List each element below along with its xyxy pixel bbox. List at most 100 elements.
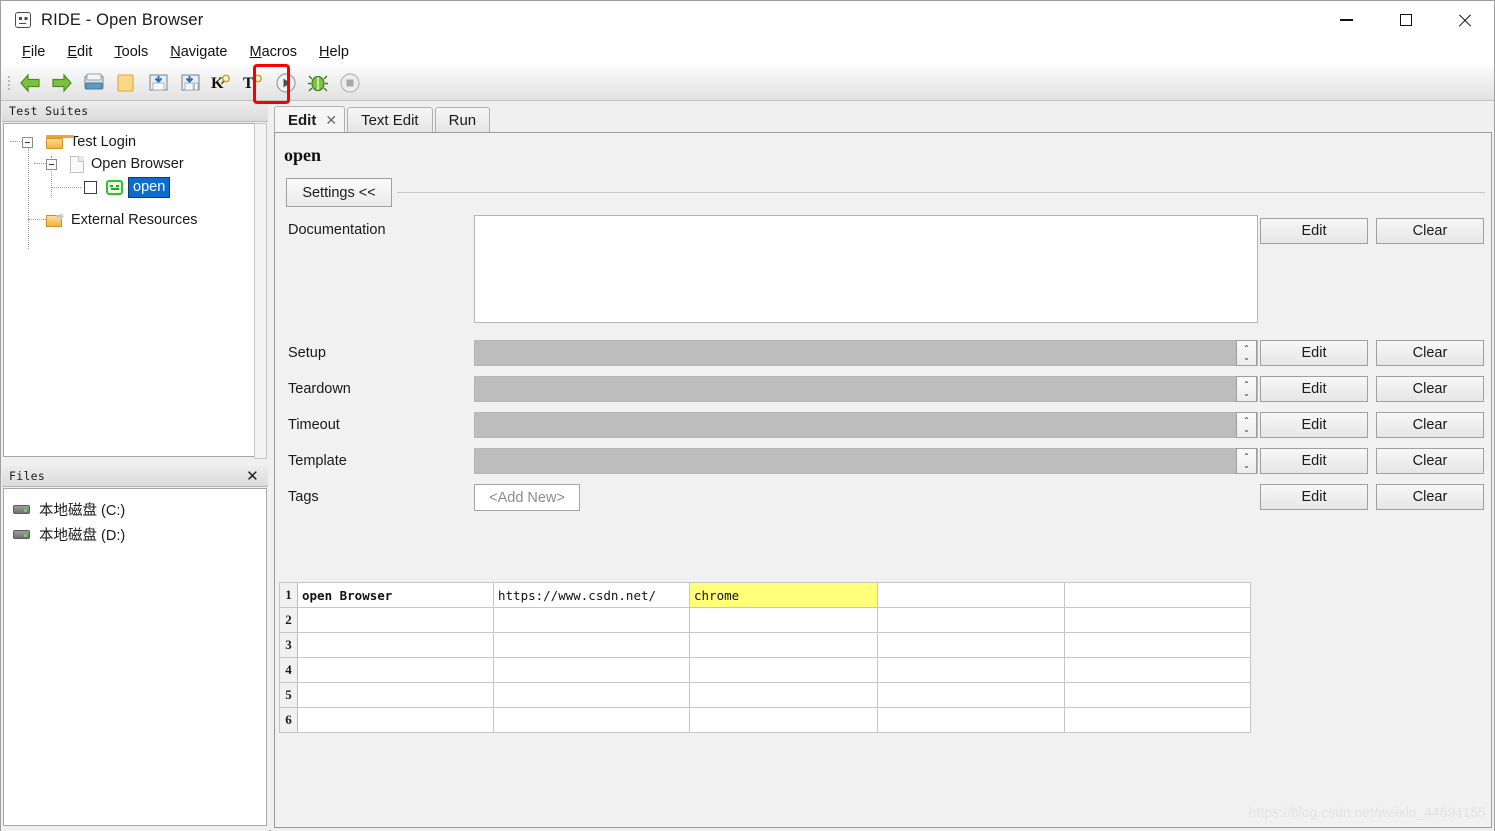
grid-cell[interactable]: chrome [690,583,878,608]
toolbar-grip[interactable] [4,70,14,96]
documentation-edit-button[interactable]: Edit [1260,218,1368,244]
table-row[interactable]: 6 [280,708,1251,733]
stop-icon[interactable] [335,68,365,98]
grid-cell[interactable] [1065,583,1251,608]
tab-text-edit[interactable]: Text Edit [347,107,433,133]
grid-cell[interactable] [1065,608,1251,633]
grid-cell[interactable] [690,658,878,683]
menu-tools[interactable]: Tools [103,42,159,62]
grid-cell[interactable] [298,708,494,733]
documentation-clear-button[interactable]: Clear [1376,218,1484,244]
menu-navigate[interactable]: Navigate [159,42,238,62]
files-list[interactable]: 本地磁盘 (C:) 本地磁盘 (D:) [3,488,267,826]
setup-input[interactable] [474,340,1258,366]
teardown-clear-button[interactable]: Clear [1376,376,1484,402]
grid-cell[interactable] [690,708,878,733]
list-item[interactable]: 本地磁盘 (D:) [4,522,266,547]
documentation-textarea[interactable] [474,215,1258,323]
tree-node-open-browser[interactable]: Open Browser [46,153,184,175]
grid-cell[interactable] [690,633,878,658]
table-row[interactable]: 3 [280,633,1251,658]
settings-toggle-button[interactable]: Settings << [286,178,392,207]
table-row[interactable]: 4 [280,658,1251,683]
menu-help[interactable]: Help [308,42,360,62]
search-keyword-icon[interactable]: K [207,68,237,98]
tree-vertical-scrollbar[interactable] [254,123,267,459]
run-play-icon[interactable] [271,68,301,98]
grid-cell[interactable] [494,708,690,733]
list-item[interactable]: 本地磁盘 (C:) [4,497,266,522]
grid-cell[interactable]: open Browser [298,583,494,608]
grid-cell[interactable] [494,608,690,633]
tab-edit[interactable]: Edit ✕ [274,106,346,133]
collapse-expander-icon[interactable] [22,136,33,148]
timeout-spinner[interactable]: ⌃ ⌄ [1236,412,1257,438]
teardown-edit-button[interactable]: Edit [1260,376,1368,402]
setup-edit-button[interactable]: Edit [1260,340,1368,366]
new-folder-icon[interactable] [111,68,141,98]
debug-bug-icon[interactable] [303,68,333,98]
timeout-edit-button[interactable]: Edit [1260,412,1368,438]
forward-arrow-icon[interactable] [47,68,77,98]
maximize-button[interactable] [1376,1,1435,39]
grid-cell[interactable] [1065,633,1251,658]
template-input[interactable] [474,448,1258,474]
grid-cell[interactable] [878,633,1065,658]
open-folder-icon[interactable] [79,68,109,98]
menu-macros[interactable]: Macros [238,42,308,62]
files-close-icon[interactable]: ✕ [246,469,259,484]
drive-label: 本地磁盘 (C:) [39,503,126,519]
menu-edit[interactable]: Edit [56,42,103,62]
grid-cell[interactable] [690,683,878,708]
teardown-input[interactable] [474,376,1258,402]
timeout-clear-button[interactable]: Clear [1376,412,1484,438]
save-all-icon[interactable] [175,68,205,98]
grid-cell[interactable] [494,658,690,683]
grid-cell[interactable] [878,583,1065,608]
close-button[interactable] [1435,1,1494,39]
grid-cell[interactable] [298,658,494,683]
tree-node-open[interactable]: open [84,176,171,198]
grid-cell[interactable] [878,608,1065,633]
test-suites-tree[interactable]: Test Login Open Browser open External Re… [3,123,255,457]
setup-clear-button[interactable]: Clear [1376,340,1484,366]
grid-cell[interactable] [878,708,1065,733]
collapse-expander-icon[interactable] [46,158,57,170]
back-arrow-icon[interactable] [15,68,45,98]
template-spinner[interactable]: ⌃ ⌄ [1236,448,1257,474]
template-edit-button[interactable]: Edit [1260,448,1368,474]
timeout-input[interactable] [474,412,1258,438]
grid-cell[interactable]: https://www.csdn.net/ [494,583,690,608]
grid-cell[interactable] [878,658,1065,683]
menu-file[interactable]: File [11,42,56,62]
grid-cell[interactable] [298,608,494,633]
keyword-steps-grid[interactable]: 1 open Browser https://www.csdn.net/ chr… [279,582,1251,733]
template-clear-button[interactable]: Clear [1376,448,1484,474]
grid-cell[interactable] [298,633,494,658]
tree-node-test-login[interactable]: Test Login [22,131,136,153]
tags-edit-button[interactable]: Edit [1260,484,1368,510]
minimize-button[interactable] [1317,1,1376,39]
grid-cell[interactable] [690,608,878,633]
grid-cell[interactable] [298,683,494,708]
tab-close-icon[interactable]: ✕ [325,112,337,129]
testcase-checkbox[interactable] [84,180,97,194]
tab-run[interactable]: Run [434,107,491,133]
tags-add-new-button[interactable]: <Add New> [474,484,580,511]
save-icon[interactable] [143,68,173,98]
search-tests-icon[interactable]: T [239,68,269,98]
tags-clear-button[interactable]: Clear [1376,484,1484,510]
grid-cell[interactable] [1065,683,1251,708]
setup-spinner[interactable]: ⌃ ⌄ [1236,340,1257,366]
table-row[interactable]: 5 [280,683,1251,708]
table-row[interactable]: 1 open Browser https://www.csdn.net/ chr… [280,583,1251,608]
tab-label: Run [448,112,477,129]
teardown-spinner[interactable]: ⌃ ⌄ [1236,376,1257,402]
grid-cell[interactable] [494,633,690,658]
grid-cell[interactable] [1065,658,1251,683]
grid-cell[interactable] [1065,708,1251,733]
grid-cell[interactable] [494,683,690,708]
tree-node-external-resources[interactable]: External Resources [46,209,198,231]
table-row[interactable]: 2 [280,608,1251,633]
grid-cell[interactable] [878,683,1065,708]
